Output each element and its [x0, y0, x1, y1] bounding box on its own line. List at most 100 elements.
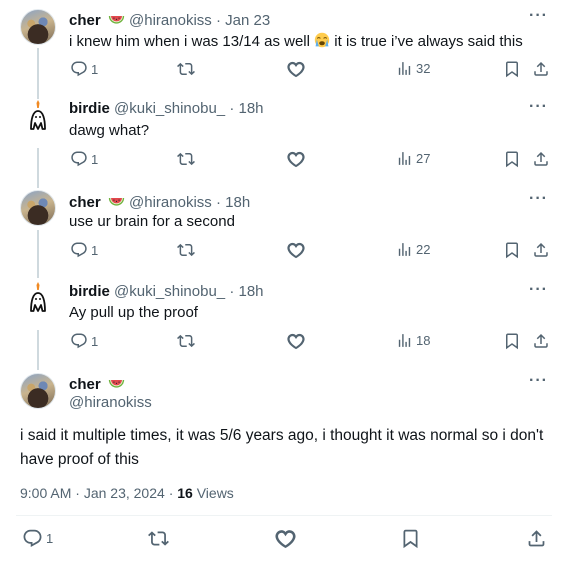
- display-name[interactable]: birdie: [69, 100, 110, 117]
- post-text: use ur brain for a second: [69, 213, 235, 230]
- separator: ·: [215, 12, 221, 29]
- like-button[interactable]: [287, 332, 305, 350]
- like-button[interactable]: [287, 150, 305, 168]
- views-button[interactable]: 27: [396, 150, 430, 167]
- action-bar: 1 22: [0, 241, 568, 261]
- post-time[interactable]: 9:00 AM: [20, 485, 71, 501]
- post-meta: 9:00 AM · Jan 23, 2024 · 16 Views: [20, 485, 234, 501]
- heart-icon: [287, 332, 305, 350]
- reply-button[interactable]: 1: [70, 150, 98, 168]
- birdie-avatar-icon: [20, 99, 56, 135]
- divider: [16, 515, 552, 516]
- separator: ·: [229, 283, 235, 300]
- bookmark-button[interactable]: [503, 332, 521, 350]
- share-button[interactable]: [532, 332, 550, 350]
- username[interactable]: @kuki_shinobu_: [114, 283, 225, 300]
- view-count: 18: [416, 333, 431, 348]
- bookmark-button[interactable]: [503, 241, 521, 259]
- post-header: cher: [69, 374, 125, 393]
- action-bar: 1: [0, 528, 568, 552]
- more-options-button[interactable]: ···: [529, 372, 548, 390]
- more-options-button[interactable]: ···: [529, 190, 548, 208]
- timestamp[interactable]: 18h: [239, 100, 264, 117]
- heart-icon: [287, 60, 305, 78]
- timestamp[interactable]: Jan 23: [225, 12, 270, 29]
- reply-button[interactable]: 1: [70, 332, 98, 350]
- retweet-icon: [177, 241, 195, 259]
- reply-post[interactable]: cher @hiranokiss · 18h ··· use ur brain …: [0, 181, 568, 272]
- view-count: 27: [416, 151, 431, 166]
- watermelon-emoji: [108, 374, 125, 391]
- bookmark-icon: [503, 332, 521, 350]
- retweet-icon: [177, 60, 195, 78]
- post-date[interactable]: Jan 23, 2024: [84, 485, 165, 501]
- post-text: i knew him when i was 13/14 as well it i…: [69, 32, 523, 50]
- bookmark-button[interactable]: [400, 528, 421, 549]
- username[interactable]: @hiranokiss: [129, 12, 212, 29]
- reply-button[interactable]: 1: [70, 241, 98, 259]
- bookmark-icon: [503, 60, 521, 78]
- reply-icon: [70, 150, 88, 168]
- share-button[interactable]: [532, 150, 550, 168]
- share-icon: [532, 60, 550, 78]
- username[interactable]: @kuki_shinobu_: [114, 100, 225, 117]
- avatar[interactable]: [20, 281, 56, 317]
- reply-button[interactable]: 1: [22, 528, 53, 549]
- reply-button[interactable]: 1: [70, 60, 98, 78]
- share-icon: [532, 241, 550, 259]
- retweet-icon: [148, 528, 169, 549]
- views-button[interactable]: 22: [396, 241, 430, 258]
- views-button[interactable]: 32: [396, 60, 430, 77]
- watermelon-emoji: [108, 10, 125, 27]
- bookmark-button[interactable]: [503, 150, 521, 168]
- avatar[interactable]: [20, 99, 56, 135]
- more-options-button[interactable]: ···: [529, 98, 548, 116]
- more-options-button[interactable]: ···: [529, 7, 548, 25]
- more-options-button[interactable]: ···: [529, 281, 548, 299]
- watermelon-emoji: [108, 192, 125, 209]
- bookmark-icon: [503, 241, 521, 259]
- reply-post[interactable]: birdie @kuki_shinobu_ · 18h ··· dawg wha…: [0, 90, 568, 181]
- retweet-button[interactable]: [177, 150, 195, 168]
- reply-icon: [70, 241, 88, 259]
- share-button[interactable]: [526, 528, 547, 549]
- like-button[interactable]: [287, 241, 305, 259]
- like-button[interactable]: [287, 60, 305, 78]
- views-label: Views: [196, 485, 234, 501]
- display-name[interactable]: cher: [69, 376, 101, 393]
- views-chart-icon: [396, 60, 413, 77]
- username[interactable]: @hiranokiss: [129, 194, 212, 211]
- avatar[interactable]: [20, 9, 56, 45]
- share-button[interactable]: [532, 60, 550, 78]
- like-button[interactable]: [275, 528, 296, 549]
- share-icon: [532, 332, 550, 350]
- post-header: cher @hiranokiss · 18h: [69, 192, 250, 211]
- timestamp[interactable]: 18h: [239, 283, 264, 300]
- post-header: cher @hiranokiss · Jan 23: [69, 10, 270, 29]
- reply-count: 1: [91, 151, 99, 167]
- reply-count: 1: [91, 242, 99, 258]
- bookmark-button[interactable]: [503, 60, 521, 78]
- retweet-icon: [177, 150, 195, 168]
- action-bar: 1 27: [0, 150, 568, 170]
- display-name[interactable]: birdie: [69, 283, 110, 300]
- display-name[interactable]: cher: [69, 194, 101, 211]
- reply-post[interactable]: cher @hiranokiss · Jan 23 ··· i knew him…: [0, 0, 568, 90]
- avatar[interactable]: [20, 373, 56, 409]
- retweet-button[interactable]: [177, 60, 195, 78]
- retweet-icon: [177, 332, 195, 350]
- retweet-button[interactable]: [177, 332, 195, 350]
- display-name[interactable]: cher: [69, 12, 101, 29]
- reply-icon: [22, 528, 43, 549]
- timestamp[interactable]: 18h: [225, 194, 250, 211]
- username[interactable]: @hiranokiss: [69, 394, 152, 411]
- post-text-part: it is true i’ve always said this: [334, 33, 523, 50]
- views-button[interactable]: 18: [396, 332, 430, 349]
- avatar[interactable]: [20, 190, 56, 226]
- reply-post[interactable]: birdie @kuki_shinobu_ · 18h ··· Ay pull …: [0, 272, 568, 363]
- focused-post: cher @hiranokiss ··· i said it multiple …: [0, 363, 568, 564]
- action-bar: 1 32: [0, 60, 568, 80]
- retweet-button[interactable]: [177, 241, 195, 259]
- retweet-button[interactable]: [148, 528, 169, 549]
- share-button[interactable]: [532, 241, 550, 259]
